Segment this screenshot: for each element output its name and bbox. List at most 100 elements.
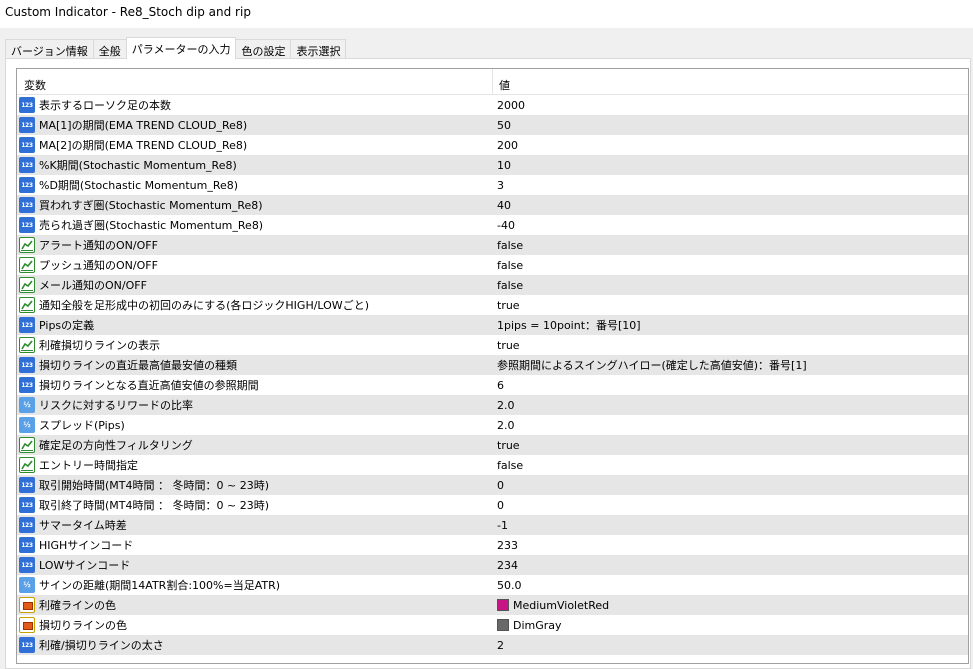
table-row[interactable]: エントリー時間指定 false [17,455,968,475]
table-row[interactable]: %D期間(Stochastic Momentum_Re8) 3 [17,175,968,195]
parameter-value-cell[interactable]: -40 [493,219,968,232]
parameter-value-cell[interactable]: 参照期間によるスイングハイロー(確定した高値安値)：番号[1] [493,357,968,373]
parameter-value-cell[interactable]: 6 [493,379,968,392]
table-row[interactable]: 取引終了時間(MT4時間 ： 冬時間：0 ~ 23時) 0 [17,495,968,515]
parameter-value-cell[interactable]: true [493,439,968,452]
tab-1[interactable]: 全般 [92,39,127,59]
parameter-value: true [497,438,520,452]
parameter-name-cell: サインの距離(期間14ATR割合:100%=当足ATR) [17,577,493,593]
parameter-name: MA[2]の期間(EMA TREND CLOUD_Re8) [39,139,248,152]
parameter-value-cell[interactable]: false [493,239,968,252]
table-row[interactable]: スプレッド(Pips) 2.0 [17,415,968,435]
parameter-name-cell: MA[1]の期間(EMA TREND CLOUD_Re8) [17,117,493,133]
tab-2[interactable]: パラメーターの入力 [125,37,237,59]
table-row[interactable]: HIGHサインコード 233 [17,535,968,555]
tab-4[interactable]: 表示選択 [290,39,347,59]
table-row[interactable]: メール通知のON/OFF false [17,275,968,295]
table-row[interactable]: 表示するローソク足の本数 2000 [17,95,968,115]
parameter-value-cell[interactable]: 40 [493,199,968,212]
parameter-value-cell[interactable]: 3 [493,179,968,192]
table-row[interactable]: 売られ過ぎ圏(Stochastic Momentum_Re8) -40 [17,215,968,235]
table-row[interactable]: MA[2]の期間(EMA TREND CLOUD_Re8) 200 [17,135,968,155]
double-icon [19,417,35,433]
integer-icon [19,137,35,153]
parameter-value-cell[interactable]: 0 [493,479,968,492]
parameter-value-cell[interactable]: 200 [493,139,968,152]
parameter-name: 買われすぎ圏(Stochastic Momentum_Re8) [39,199,263,212]
parameter-name: 確定足の方向性フィルタリング [39,439,193,452]
parameter-name-cell: メール通知のON/OFF [17,277,493,293]
parameter-name: 損切りラインの直近最高値最安値の種類 [39,359,237,372]
table-row[interactable]: リスクに対するリワードの比率 2.0 [17,395,968,415]
parameter-name: %K期間(Stochastic Momentum_Re8) [39,159,237,172]
parameter-value-cell[interactable]: 2.0 [493,419,968,432]
table-row[interactable]: 損切りラインとなる直近高値安値の参照期間 6 [17,375,968,395]
table-row[interactable]: 取引開始時間(MT4時間 ： 冬時間：0 ~ 23時) 0 [17,475,968,495]
parameter-value-cell[interactable]: 50.0 [493,579,968,592]
parameter-name: 取引開始時間(MT4時間 ： 冬時間：0 ~ 23時) [39,479,269,492]
table-row[interactable]: 通知全般を足形成中の初回のみにする(各ロジックHIGH/LOWごと) true [17,295,968,315]
tab-3[interactable]: 色の設定 [235,39,292,59]
table-row[interactable]: 買われすぎ圏(Stochastic Momentum_Re8) 40 [17,195,968,215]
parameter-value: DimGray [513,618,562,632]
parameter-value-cell[interactable]: false [493,259,968,272]
parameter-name-cell: 取引開始時間(MT4時間 ： 冬時間：0 ~ 23時) [17,477,493,493]
parameter-value-cell[interactable]: 2.0 [493,399,968,412]
parameter-name: 取引終了時間(MT4時間 ： 冬時間：0 ~ 23時) [39,499,269,512]
column-header-variable[interactable]: 変数 [17,69,493,94]
parameter-value-cell[interactable]: true [493,299,968,312]
parameter-value-cell[interactable]: MediumVioletRed [493,599,968,612]
parameter-name-cell: %D期間(Stochastic Momentum_Re8) [17,177,493,193]
table-row[interactable]: LOWサインコード 234 [17,555,968,575]
table-row[interactable]: 利確/損切りラインの太さ 2 [17,635,968,655]
parameter-name: リスクに対するリワードの比率 [39,399,193,412]
parameter-name: 通知全般を足形成中の初回のみにする(各ロジックHIGH/LOWごと) [39,299,369,312]
parameter-value: 3 [497,178,504,192]
parameter-value-cell[interactable]: false [493,459,968,472]
table-row[interactable]: 損切りラインの直近最高値最安値の種類 参照期間によるスイングハイロー(確定した高値… [17,355,968,375]
parameter-value-cell[interactable]: true [493,339,968,352]
parameter-value: 0 [497,498,504,512]
table-row[interactable]: Pipsの定義 1pips = 10point：番号[10] [17,315,968,335]
parameter-value: 50 [497,118,511,132]
table-row[interactable]: サマータイム時差 -1 [17,515,968,535]
parameter-name-cell: 表示するローソク足の本数 [17,97,493,113]
column-header-value[interactable]: 値 [493,69,968,94]
parameter-value-cell[interactable]: 233 [493,539,968,552]
table-row[interactable]: MA[1]の期間(EMA TREND CLOUD_Re8) 50 [17,115,968,135]
parameter-value: MediumVioletRed [513,598,610,612]
parameter-name-cell: スプレッド(Pips) [17,417,493,433]
parameter-name-cell: MA[2]の期間(EMA TREND CLOUD_Re8) [17,137,493,153]
parameter-value-cell[interactable]: 1pips = 10point：番号[10] [493,317,968,333]
parameter-value: false [497,258,524,272]
parameter-value-cell[interactable]: false [493,279,968,292]
table-row[interactable]: 損切りラインの色 DimGray [17,615,968,635]
tab-0[interactable]: バージョン情報 [5,39,94,59]
parameter-value: 50.0 [497,578,522,592]
parameter-value: -40 [497,218,515,232]
table-row[interactable]: %K期間(Stochastic Momentum_Re8) 10 [17,155,968,175]
parameter-value-cell[interactable]: 50 [493,119,968,132]
parameter-name: 損切りラインの色 [39,619,127,632]
parameter-value: 参照期間によるスイングハイロー(確定した高値安値)：番号[1] [497,359,807,372]
parameter-value-cell[interactable]: 2000 [493,99,968,112]
parameter-name-cell: 売られ過ぎ圏(Stochastic Momentum_Re8) [17,217,493,233]
parameter-value-cell[interactable]: 0 [493,499,968,512]
parameter-value-cell[interactable]: DimGray [493,619,968,632]
table-row[interactable]: 利確損切りラインの表示 true [17,335,968,355]
tab-bar: バージョン情報 全般 パラメーターの入力 色の設定 表示選択 [5,37,347,59]
parameter-name-cell: 利確ラインの色 [17,597,493,613]
parameter-name: 損切りラインとなる直近高値安値の参照期間 [39,379,259,392]
table-row[interactable]: アラート通知のON/OFF false [17,235,968,255]
table-row[interactable]: プッシュ通知のON/OFF false [17,255,968,275]
table-row[interactable]: 確定足の方向性フィルタリング true [17,435,968,455]
table-row[interactable]: 利確ラインの色 MediumVioletRed [17,595,968,615]
parameter-value: 0 [497,478,504,492]
table-row[interactable]: サインの距離(期間14ATR割合:100%=当足ATR) 50.0 [17,575,968,595]
parameter-value-cell[interactable]: -1 [493,519,968,532]
parameter-value-cell[interactable]: 10 [493,159,968,172]
parameter-value-cell[interactable]: 234 [493,559,968,572]
parameter-name-cell: 損切りラインとなる直近高値安値の参照期間 [17,377,493,393]
parameter-name: サインの距離(期間14ATR割合:100%=当足ATR) [39,579,281,592]
parameter-value-cell[interactable]: 2 [493,639,968,652]
